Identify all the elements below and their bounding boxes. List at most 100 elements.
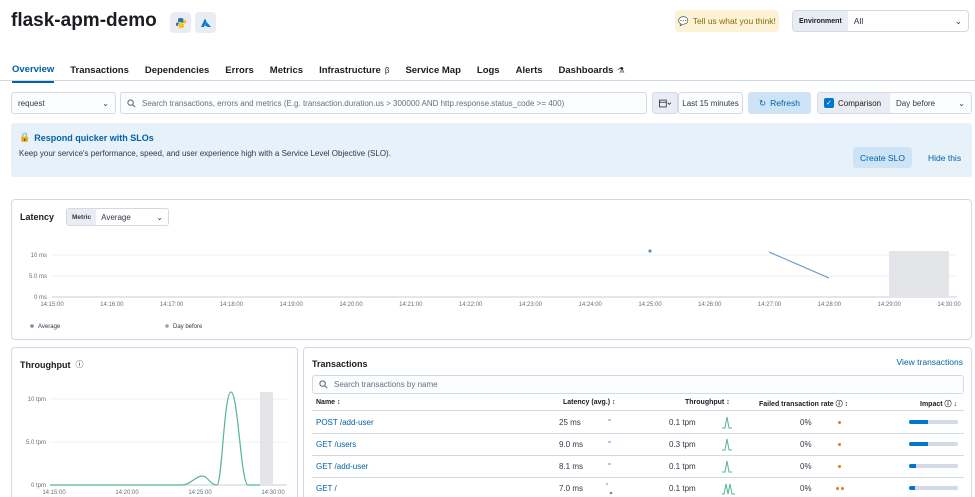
latency-gridlines xyxy=(52,254,957,298)
legend-day-before-swatch xyxy=(165,324,169,328)
hide-callout-link[interactable]: Hide this xyxy=(928,153,961,163)
create-slo-button[interactable]: Create SLO xyxy=(853,147,912,168)
throughput-sparkline xyxy=(722,460,732,473)
search-placeholder: Search transactions, errors and metrics … xyxy=(142,98,565,108)
python-icon xyxy=(170,12,191,33)
impact-fill xyxy=(909,486,915,490)
column-header-latency[interactable]: Latency (avg.) ↕ xyxy=(563,399,616,406)
tabs-divider xyxy=(0,80,975,81)
chevron-down-icon: ⌄ xyxy=(954,15,962,26)
callout-title: Respond quicker with SLOs xyxy=(34,132,154,143)
impact-fill xyxy=(909,420,928,424)
comparison-toggle[interactable]: ✓ Comparison xyxy=(818,93,890,113)
azure-icon xyxy=(195,12,216,33)
column-header-failed-rate[interactable]: Failed transaction rate ⓘ ↕ xyxy=(759,399,848,409)
throughput-sparkline xyxy=(722,416,732,429)
transaction-type-select[interactable]: request ⌄ xyxy=(11,92,116,114)
impact-bar xyxy=(909,442,958,446)
transaction-name-link[interactable]: GET /add-user xyxy=(316,462,368,471)
x-tick: 14:20:00 xyxy=(115,490,139,496)
x-tick: 14:21:00 xyxy=(399,302,423,308)
transactions-search-placeholder: Search transactions by name xyxy=(334,380,438,389)
column-header-impact[interactable]: Impact ⓘ ↓ xyxy=(920,399,957,409)
transaction-type-value: request xyxy=(18,98,45,108)
table-row: POST /add-user 25 ms 0.1 tpm 0% xyxy=(312,412,964,434)
impact-bar xyxy=(909,486,958,490)
failed-rate-sparkline xyxy=(841,487,844,490)
search-icon xyxy=(319,380,328,389)
x-tick: 14:15:00 xyxy=(42,490,66,496)
throughput-chart: 10 tpm 5.0 tpm 0 tpm 14:15:00 14:20:00 1… xyxy=(26,391,287,496)
flask-icon: ⚗ xyxy=(617,66,625,75)
impact-fill xyxy=(909,442,928,446)
latency-x-ticks: 14:15:00 14:16:00 14:17:00 14:18:00 14:19:00… xyxy=(40,302,961,308)
x-tick: 14:17:00 xyxy=(160,302,184,308)
callout-text: Keep your service's performance, speed, … xyxy=(19,149,391,158)
impact-fill xyxy=(909,464,916,468)
x-tick: 14:18:00 xyxy=(220,302,244,308)
failed-rate-value: 0% xyxy=(800,440,812,449)
legend-day-before-label: Day before xyxy=(173,324,203,330)
transaction-name-link[interactable]: GET /users xyxy=(316,440,356,449)
transactions-title: Transactions xyxy=(312,359,368,369)
y-tick: 10 ms xyxy=(31,253,47,259)
transaction-name-link[interactable]: POST /add-user xyxy=(316,418,374,427)
throughput-sparkline xyxy=(722,483,735,495)
throughput-value: 0.3 tpm xyxy=(669,440,696,449)
x-tick: 14:24:00 xyxy=(579,302,603,308)
date-quick-menu-button[interactable] xyxy=(652,92,678,114)
legend-average-swatch xyxy=(30,324,34,328)
latency-sparkline xyxy=(608,441,611,443)
environment-value: All xyxy=(853,16,864,26)
latency-series-line xyxy=(768,251,830,279)
service-title: flask-apm-demo xyxy=(11,10,157,31)
refresh-icon: ↻ xyxy=(759,97,767,108)
table-row: GET / 7.0 ms 0.1 tpm 0% xyxy=(312,478,964,497)
y-tick: 10 tpm xyxy=(28,397,46,403)
latency-panel: Latency Metric Average ⌄ 10 ms 5.0 ms 0 … xyxy=(11,199,972,340)
column-header-name[interactable]: Name ↕ xyxy=(316,399,341,406)
date-range-label: Last 15 minutes xyxy=(682,98,739,108)
refresh-button[interactable]: ↻ Refresh xyxy=(748,92,811,114)
x-tick: 14:19:00 xyxy=(280,302,304,308)
view-transactions-link[interactable]: View transactions xyxy=(897,357,963,367)
transaction-name-link[interactable]: GET / xyxy=(316,484,337,493)
incomplete-bucket-shade xyxy=(889,251,949,297)
legend-average-label: Average xyxy=(38,324,61,330)
x-tick: 14:29:00 xyxy=(878,302,902,308)
environment-label: Environment xyxy=(793,11,848,31)
environment-select[interactable]: Environment All ⌄ xyxy=(792,10,969,32)
impact-bar xyxy=(909,420,958,424)
feedback-button[interactable]: 💬 Tell us what you think! xyxy=(675,10,779,32)
failed-rate-sparkline xyxy=(838,443,841,446)
latency-value: 9.0 ms xyxy=(559,440,584,449)
kuery-search-input[interactable]: Search transactions, errors and metrics … xyxy=(120,92,647,114)
latency-chart: 10 ms 5.0 ms 0 ms 14:15:00 14:16:00 14:17:… xyxy=(29,249,961,330)
latency-sparkline xyxy=(606,483,613,495)
throughput-gridlines xyxy=(50,398,287,486)
chat-icon: 💬 xyxy=(678,15,689,26)
x-tick: 14:26:00 xyxy=(698,302,722,308)
transactions-panel: Transactions View transactions Search tr… xyxy=(303,347,972,497)
y-tick: 0 tpm xyxy=(31,483,46,489)
table-row: GET /users 9.0 ms 0.3 tpm 0% xyxy=(312,434,964,456)
x-tick: 14:25:00 xyxy=(188,490,212,496)
failed-rate-sparkline xyxy=(838,421,841,424)
table-row: GET /add-user 8.1 ms 0.1 tpm 0% xyxy=(312,456,964,478)
throughput-panel: Throughput ⓘ 10 tpm 5.0 tpm 0 tpm 14:15:… xyxy=(11,347,298,497)
date-range-display[interactable]: Last 15 minutes xyxy=(678,92,743,114)
failed-rate-value: 0% xyxy=(800,484,812,493)
latency-value: 7.0 ms xyxy=(559,484,584,493)
feedback-label: Tell us what you think! xyxy=(692,16,776,26)
comparison-select[interactable]: Day before ⌄ xyxy=(890,99,971,108)
x-tick: 14:30:00 xyxy=(937,302,961,308)
column-header-throughput[interactable]: Throughput ↕ xyxy=(685,399,730,406)
search-icon xyxy=(127,98,136,107)
latency-sparkline xyxy=(608,419,611,421)
comparison-label: Comparison xyxy=(838,98,882,108)
beta-badge: β xyxy=(384,66,390,75)
transactions-search-input[interactable]: Search transactions by name xyxy=(312,375,964,394)
throughput-value: 0.1 tpm xyxy=(669,462,696,471)
x-tick: 14:30:00 xyxy=(261,490,285,496)
x-tick: 14:27:00 xyxy=(758,302,782,308)
